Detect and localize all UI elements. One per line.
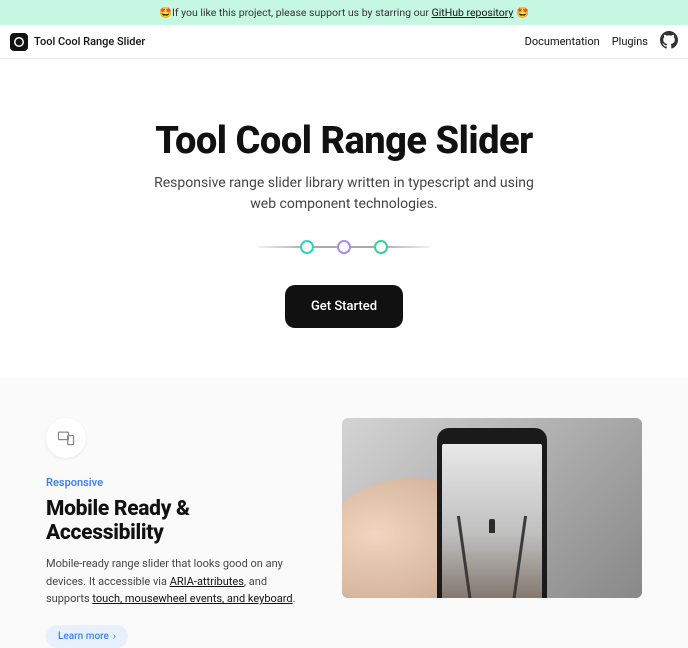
slider-knob-3[interactable] [374,240,388,254]
learn-more-button[interactable]: Learn more › [46,625,128,648]
nav-right: Documentation Plugins [525,31,678,53]
phone-screen [442,444,542,598]
get-started-button[interactable]: Get Started [285,285,403,328]
github-icon[interactable] [660,31,678,53]
brand-name: Tool Cool Range Slider [34,35,145,48]
chevron-right-icon: › [113,631,116,642]
events-link[interactable]: touch, mousewheel events, and keyboard [92,592,292,605]
hero-subtitle: Responsive range slider library written … [144,173,544,215]
feature-heading: Mobile Ready & Accessibility [46,497,302,545]
slider-demo[interactable] [259,239,429,255]
hero-title: Tool Cool Range Slider [40,119,648,163]
hero: Tool Cool Range Slider Responsive range … [0,59,688,378]
nav-left: Tool Cool Range Slider [10,33,145,51]
nav-docs[interactable]: Documentation [525,35,600,48]
announcement-suffix: 🤩 [513,6,529,19]
devices-icon [46,418,86,458]
feature-content: Responsive Mobile Ready & Accessibility … [46,418,302,648]
feature-eyebrow: Responsive [46,476,302,489]
logo-icon[interactable] [10,33,28,51]
slider-knob-1[interactable] [300,240,314,254]
nav-plugins[interactable]: Plugins [612,35,648,48]
feature-section: Responsive Mobile Ready & Accessibility … [0,378,688,648]
feature-image [342,418,642,598]
announcement-prefix: 🤩If you like this project, please suppor… [159,6,432,19]
phone-mockup [437,428,547,598]
slider-knob-2[interactable] [337,240,351,254]
github-link[interactable]: GitHub repository [432,6,514,19]
navbar: Tool Cool Range Slider Documentation Plu… [0,25,688,59]
aria-link[interactable]: ARIA-attributes [170,575,244,588]
feature-text: Mobile-ready range slider that looks goo… [46,555,302,608]
announcement-bar: 🤩If you like this project, please suppor… [0,0,688,25]
